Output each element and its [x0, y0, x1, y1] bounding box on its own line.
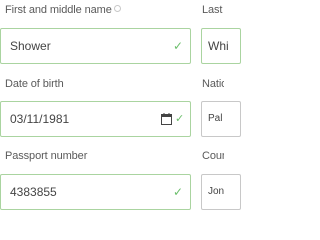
checkmark-icon: ✓ [173, 185, 184, 199]
passenger-details-form: First and middle name Last n Shower ✓ Wh… [0, 0, 241, 224]
first-name-input[interactable]: Shower ✓ [0, 28, 191, 64]
country-label-clip: Count [200, 150, 224, 164]
dob-input[interactable]: 03/11/1981 ✓ [0, 101, 191, 137]
country-value: Jon [208, 186, 225, 197]
checkmark-icon: ✓ [173, 39, 184, 53]
passport-label: Passport number [5, 150, 88, 162]
dob-value: 03/11/1981 [10, 112, 70, 126]
nationality-label: Nation [202, 78, 224, 90]
nationality-label-clip: Nation [200, 78, 224, 92]
nationality-select[interactable]: Pal [201, 101, 241, 137]
first-name-value: Shower [10, 39, 51, 53]
first-name-label-text: First and middle name [5, 4, 112, 16]
nationality-value: Pal [208, 113, 223, 124]
first-name-label: First and middle name [5, 4, 121, 16]
last-name-label-clip: Last n [200, 4, 224, 18]
passport-value: 4383855 [10, 185, 57, 199]
last-name-label: Last n [202, 4, 224, 16]
country-select[interactable]: Jon [201, 174, 241, 210]
info-icon[interactable] [113, 5, 121, 12]
passport-input[interactable]: 4383855 ✓ [0, 174, 191, 210]
calendar-icon[interactable] [161, 113, 172, 125]
last-name-input[interactable]: Whi [201, 28, 241, 64]
dob-label: Date of birth [5, 78, 64, 90]
country-label: Count [202, 150, 224, 162]
last-name-value: Whi [208, 39, 229, 53]
checkmark-icon: ✓ [175, 113, 185, 125]
